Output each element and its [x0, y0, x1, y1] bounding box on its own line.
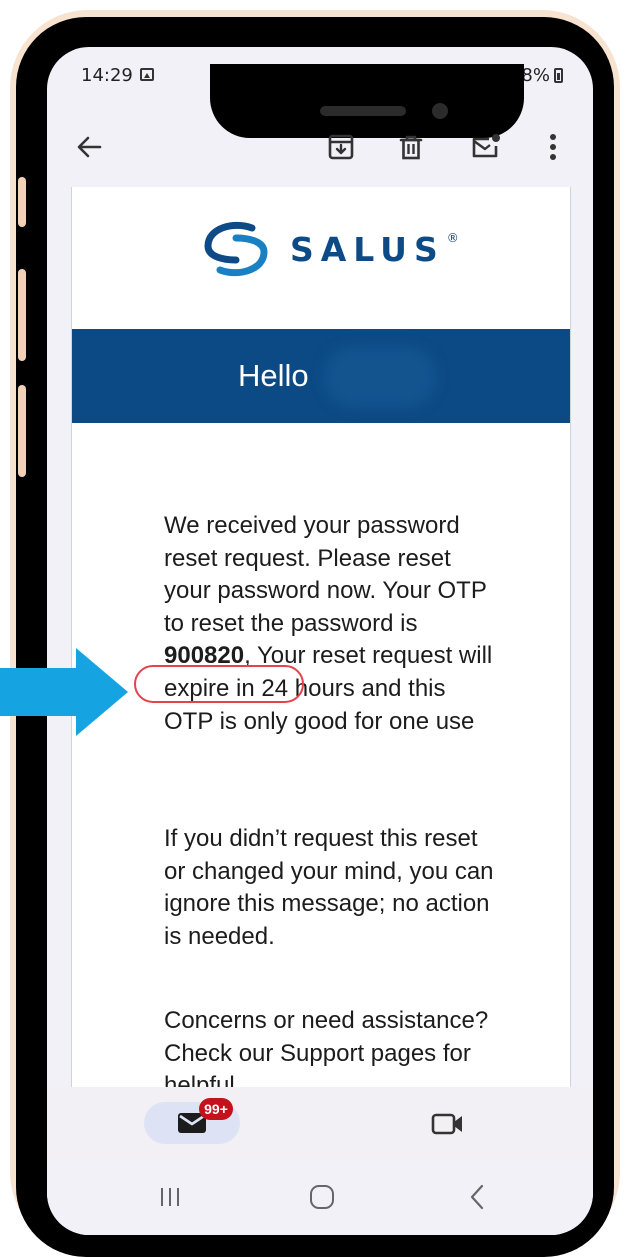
side-button	[18, 385, 26, 477]
recent-apps-icon	[161, 1188, 179, 1206]
unread-count-badge: 99+	[199, 1098, 233, 1120]
delete-button[interactable]	[389, 125, 433, 169]
arrow-left-icon	[77, 136, 102, 158]
reset-text-before: We received your password reset request.…	[164, 512, 487, 637]
bottom-navigation: 99+	[47, 1087, 593, 1159]
nav-back-icon	[470, 1184, 484, 1210]
side-button	[18, 269, 26, 361]
battery-icon	[554, 68, 563, 83]
pointer-arrow-icon	[0, 648, 128, 736]
email-toolbar	[47, 107, 593, 187]
more-vertical-icon	[550, 134, 556, 160]
archive-icon	[328, 134, 354, 160]
video-camera-icon	[431, 1113, 462, 1135]
brand-name: SALUS	[290, 229, 445, 269]
support-paragraph: Concerns or need assistance? Check our S…	[164, 1007, 489, 1087]
salus-logo: SALUS ®	[200, 219, 459, 279]
greeting-text: Hello	[238, 358, 309, 393]
salus-swoosh-icon	[204, 221, 268, 277]
email-body: SALUS ® Hello We received your password r…	[71, 187, 571, 1087]
status-time: 14:29	[81, 65, 133, 86]
ignore-paragraph: If you didn’t request this reset or chan…	[164, 825, 494, 950]
side-button	[18, 177, 26, 227]
mark-unread-icon	[472, 134, 500, 158]
nav-back-button[interactable]	[457, 1181, 497, 1213]
home-button[interactable]	[302, 1181, 342, 1213]
reset-paragraph: We received your password reset request.…	[164, 510, 494, 738]
trash-icon	[399, 135, 423, 160]
back-button[interactable]	[67, 125, 111, 169]
phone-screen: 14:29 28% SALUS ® Hello We received your…	[47, 47, 593, 1235]
home-icon	[310, 1185, 334, 1209]
trademark-mark: ®	[446, 231, 459, 245]
archive-button[interactable]	[319, 125, 363, 169]
meet-tab[interactable]	[425, 1105, 471, 1143]
image-notification-icon	[140, 68, 154, 81]
more-options-button[interactable]	[531, 125, 575, 169]
system-navigation-bar	[47, 1159, 593, 1235]
recent-apps-button[interactable]	[150, 1181, 190, 1213]
mark-unread-button[interactable]	[463, 125, 507, 169]
redacted-name	[324, 347, 436, 407]
greeting-banner: Hello	[72, 329, 570, 423]
